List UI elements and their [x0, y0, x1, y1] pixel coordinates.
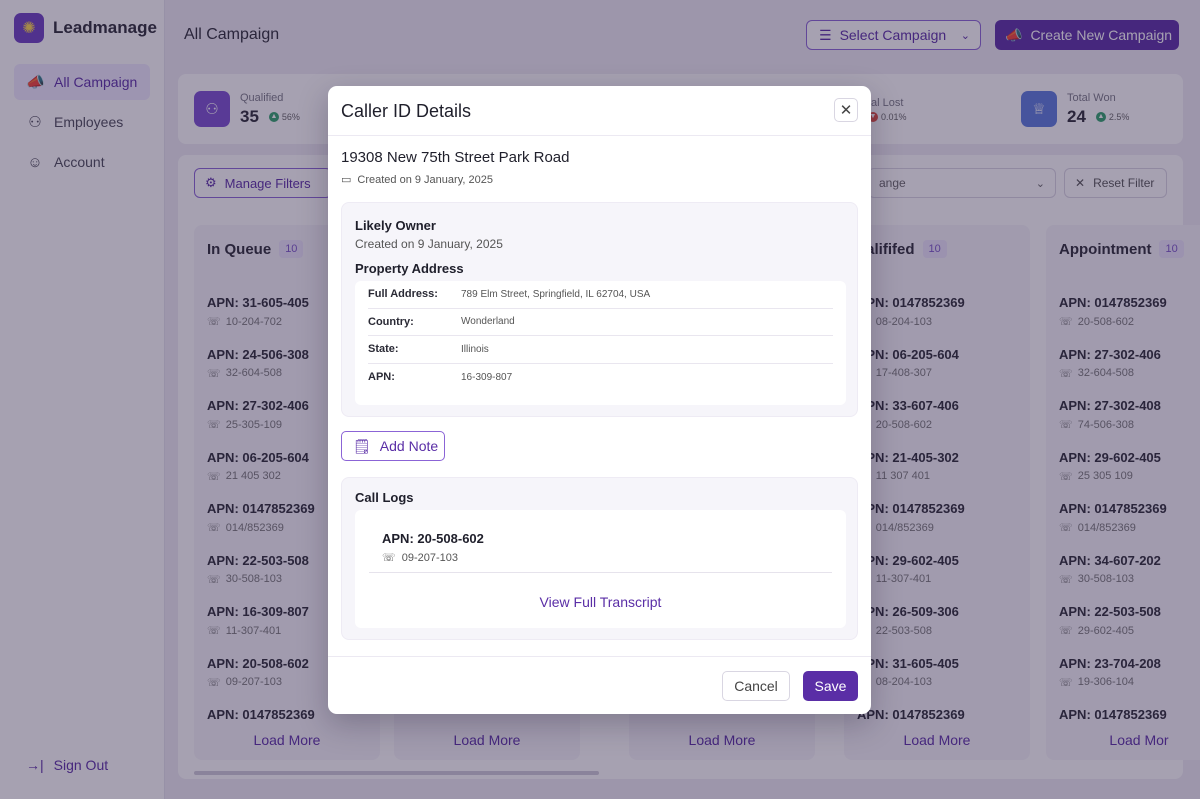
owner-created-date: Created on 9 January, 2025 [355, 237, 503, 251]
property-key: Country: [368, 315, 414, 328]
note-icon: 🗒 [353, 437, 371, 454]
property-key: Full Address: [368, 288, 438, 301]
property-value: Illinois [461, 343, 489, 355]
property-key: State: [368, 343, 399, 356]
property-row: Full Address: 789 Elm Street, Springfiel… [368, 281, 833, 309]
close-icon: ✕ [839, 102, 853, 119]
property-row: APN: 16-309-807 [368, 364, 833, 392]
property-address-title: Property Address [355, 261, 464, 276]
created-date: ▭ Created on 9 January, 2025 [341, 173, 493, 187]
property-row: State: Illinois [368, 336, 833, 364]
property-row: Country: Wonderland [368, 309, 833, 336]
likely-owner-section: Likely Owner Created on 9 January, 2025 … [341, 202, 858, 417]
caller-address: 19308 New 75th Street Park Road [341, 149, 570, 166]
call-log-phone: ☏ 09-207-103 [382, 551, 459, 565]
call-log-phone-text: 09-207-103 [401, 551, 459, 564]
modal-footer: Cancel Save [328, 656, 871, 714]
add-note-label: Add Note [379, 438, 439, 454]
add-note-button[interactable]: 🗒 Add Note [341, 431, 445, 461]
modal-title: Caller ID Details [341, 101, 472, 121]
caller-id-modal: Caller ID Details ✕ 19308 New 75th Stree… [328, 86, 871, 714]
call-logs-title: Call Logs [355, 490, 414, 505]
phone-icon: ☏ [382, 552, 396, 564]
view-transcript-link[interactable]: View Full Transcript [355, 594, 846, 610]
close-button[interactable]: ✕ [834, 98, 858, 122]
call-log-card: APN: 20-508-602 ☏ 09-207-103 View Full T… [355, 510, 846, 628]
divider [369, 572, 832, 573]
calendar-icon: ▭ [341, 174, 352, 186]
save-button[interactable]: Save [803, 671, 858, 701]
modal-header: Caller ID Details ✕ [328, 86, 871, 136]
property-value: 16-309-807 [461, 371, 513, 383]
property-key: APN: [368, 371, 395, 384]
call-logs-section: Call Logs APN: 20-508-602 ☏ 09-207-103 V… [341, 477, 858, 640]
cancel-button[interactable]: Cancel [722, 671, 790, 701]
created-date-text: Created on 9 January, 2025 [357, 173, 493, 186]
property-value: 789 Elm Street, Springfield, IL 62704, U… [461, 288, 651, 300]
likely-owner-title: Likely Owner [355, 218, 436, 233]
property-address-table: Full Address: 789 Elm Street, Springfiel… [355, 281, 846, 405]
call-log-apn: APN: 20-508-602 [382, 531, 484, 546]
property-value: Wonderland [461, 316, 515, 328]
